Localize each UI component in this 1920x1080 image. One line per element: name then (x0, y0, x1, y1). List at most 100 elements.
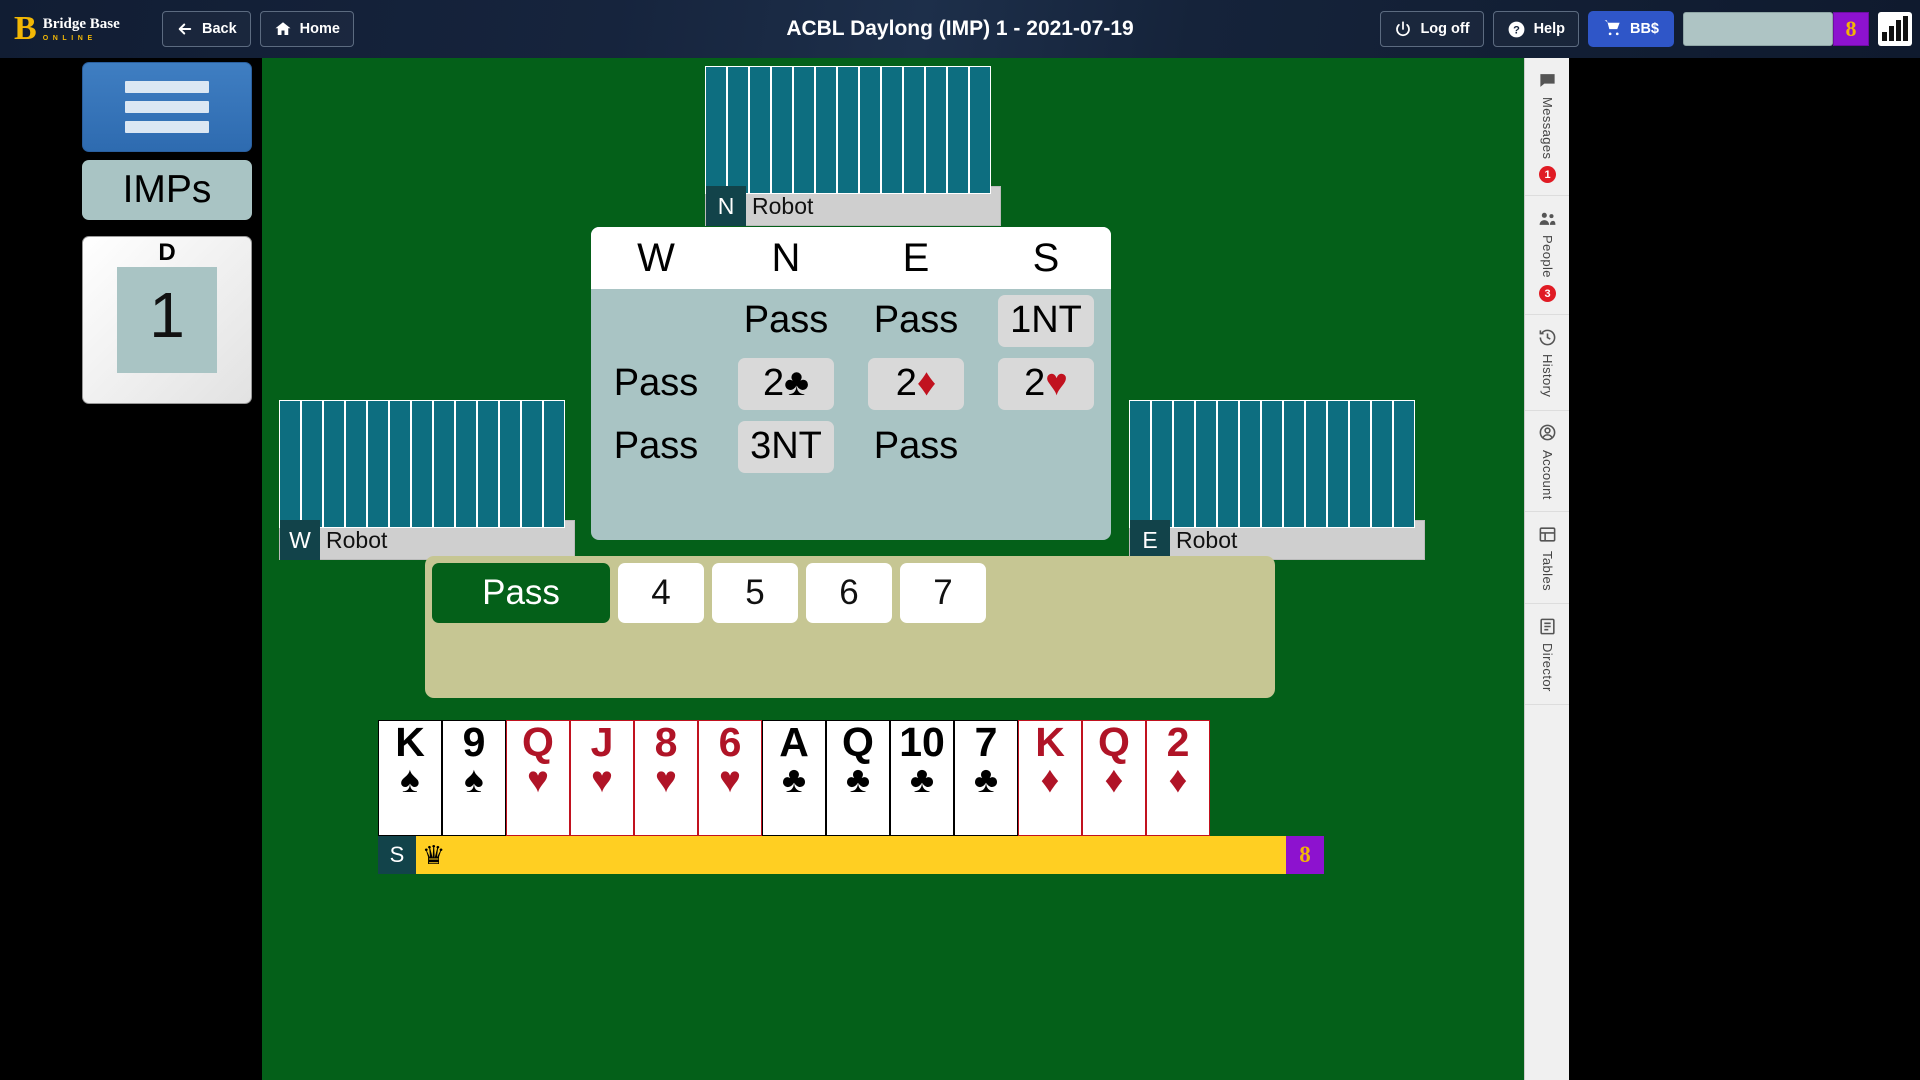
account-name-bar[interactable] (1683, 12, 1833, 46)
hand-card[interactable]: 2 ♦ (1146, 720, 1210, 836)
board-indicator[interactable]: D 1 (82, 236, 252, 404)
hand-card[interactable]: J ♥ (570, 720, 634, 836)
auction-call: Pass (591, 415, 721, 478)
auction-call: Pass (591, 352, 721, 415)
auction-call: Pass (851, 289, 981, 352)
hand-card[interactable]: Q ♣ (826, 720, 890, 836)
account-bar-group[interactable]: 8 (1683, 12, 1869, 46)
menu-bar-icon (125, 101, 209, 113)
home-icon (274, 20, 292, 38)
bbo-app: B Bridge Base ONLINE Back Home ACBL Dayl… (0, 0, 1920, 1080)
logo-subtitle: ONLINE (42, 34, 97, 42)
stats-chart-icon[interactable] (1878, 12, 1912, 46)
north-card-backs (705, 66, 1001, 194)
west-direction: W (280, 520, 320, 560)
hand-card[interactable]: Q ♦ (1082, 720, 1146, 836)
bbs-button[interactable]: BB$ (1587, 11, 1674, 47)
hand-card[interactable]: 7 ♣ (954, 720, 1018, 836)
card-back (1217, 400, 1239, 528)
hand-card[interactable]: K ♠ (378, 720, 442, 836)
card-back (521, 400, 543, 528)
auction-empty-cell (981, 415, 1111, 478)
card-back (925, 66, 947, 194)
card-back (903, 66, 925, 194)
card-rank: Q (842, 719, 874, 765)
sidebar-item-tables[interactable]: Tables (1525, 512, 1570, 605)
bid-level-6-button[interactable]: 6 (806, 563, 892, 623)
bidding-box-row: Pass 4 5 6 7 (432, 563, 1268, 623)
card-suit-icon: ♦ (1168, 758, 1188, 800)
north-player-name: Robot (752, 192, 814, 219)
auction-header-w: W (637, 235, 675, 280)
card-back (499, 400, 521, 528)
suit-symbol-icon: ♥ (1045, 362, 1068, 404)
auction-call: Pass (721, 289, 851, 352)
auction-row: Pass 2 ♣ 2 ♦ 2 ♥ (591, 352, 1111, 415)
sidebar-item-people[interactable]: People 3 (1525, 196, 1570, 316)
logo-title: Bridge Base (42, 15, 120, 32)
sidebar-item-director[interactable]: Director (1525, 604, 1570, 706)
scoring-mode-button[interactable]: IMPs (82, 160, 252, 220)
hand-card[interactable]: Q ♥ (506, 720, 570, 836)
sidebar-item-history[interactable]: History (1525, 315, 1570, 411)
card-back (705, 66, 727, 194)
sidebar-item-label: People (1540, 235, 1555, 279)
sidebar-item-label: Director (1540, 643, 1555, 693)
bid-level-4-button[interactable]: 4 (618, 563, 704, 623)
auction-call-label: 1NT (998, 294, 1094, 347)
hand-card[interactable]: 8 ♥ (634, 720, 698, 836)
dealer-label: D (158, 239, 176, 266)
card-table: N Robot W Robot E Robot WNES Pass Pass 1NT… (262, 58, 1524, 1080)
hand-card[interactable]: 6 ♥ (698, 720, 762, 836)
logo-mark-icon: B (14, 10, 37, 47)
auction-row: Pass 3NT Pass (591, 415, 1111, 478)
card-back (1393, 400, 1415, 528)
card-rank: Q (1098, 719, 1130, 765)
card-back (433, 400, 455, 528)
seat-north: N Robot (705, 66, 1001, 226)
sidebar-item-account[interactable]: Account (1525, 411, 1570, 513)
bid-level-7-button[interactable]: 7 (900, 563, 986, 623)
bbo-logo[interactable]: B Bridge Base ONLINE (14, 12, 154, 46)
east-player-name: Robot (1176, 526, 1238, 553)
menu-bar-icon (125, 81, 209, 93)
bid-level-5-button[interactable]: 5 (712, 563, 798, 623)
back-button[interactable]: Back (162, 11, 251, 47)
hand-card[interactable]: A ♣ (762, 720, 826, 836)
sidebar-item-label: History (1540, 354, 1555, 398)
card-rank: 9 (462, 719, 486, 765)
card-suit-icon: ♣ (973, 758, 999, 800)
people-icon (1538, 208, 1558, 228)
south-player-bar: S ♛ 8 (378, 836, 1324, 874)
bid-pass-button[interactable]: Pass (432, 563, 610, 623)
sidebar-item-messages[interactable]: Messages 1 (1525, 58, 1570, 197)
hand-card[interactable]: 10 ♣ (890, 720, 954, 836)
suit-symbol-icon: ♦ (916, 362, 937, 404)
hamburger-menu-button[interactable] (82, 62, 252, 152)
back-label: Back (202, 21, 237, 37)
card-back (301, 400, 323, 528)
help-button[interactable]: ? Help (1492, 11, 1579, 47)
auction-call-label: Pass (613, 425, 699, 467)
card-suit-icon: ♦ (1104, 758, 1124, 800)
seat-west: W Robot (279, 400, 575, 560)
auction-empty-cell (591, 289, 721, 352)
cart-icon (1603, 18, 1622, 41)
north-direction: N (706, 186, 746, 226)
south-level-badge: 8 (1286, 836, 1324, 874)
card-back (837, 66, 859, 194)
card-back (323, 400, 345, 528)
auction-header-row: WNES (591, 227, 1111, 289)
logoff-label: Log off (1420, 21, 1470, 37)
west-card-backs (279, 400, 575, 528)
auction-call-label: 2 ♣ (738, 357, 834, 410)
logoff-button[interactable]: Log off (1380, 11, 1484, 47)
auction-call-label: Pass (873, 425, 959, 467)
card-back (969, 66, 991, 194)
hand-card[interactable]: K ♦ (1018, 720, 1082, 836)
hand-card[interactable]: 9 ♠ (442, 720, 506, 836)
card-suit-icon: ♠ (400, 758, 420, 800)
card-rank: K (395, 719, 425, 765)
home-button[interactable]: Home (259, 11, 354, 47)
sidebar-item-label: Messages (1540, 97, 1555, 160)
